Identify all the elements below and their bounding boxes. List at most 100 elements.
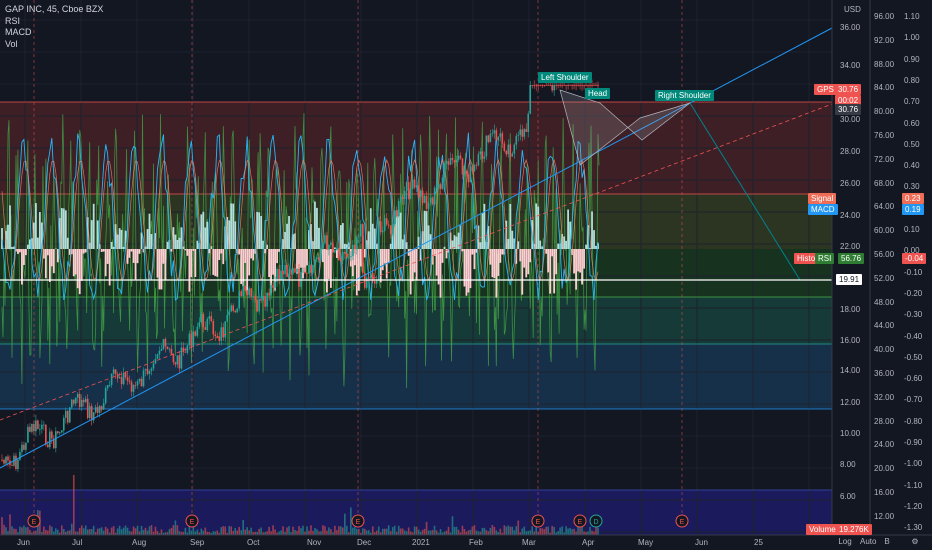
price-tick-secondary: 64.00 — [874, 202, 895, 212]
event-marker-label: E — [680, 519, 685, 526]
event-marker-label: E — [578, 519, 583, 526]
price-tick: 34.00 — [840, 61, 861, 70]
time-tick: Apr — [582, 538, 595, 547]
price-tick-secondary: 16.00 — [874, 488, 895, 497]
macd-tick: -0.70 — [904, 395, 923, 405]
macd-tick: 0.70 — [904, 97, 920, 107]
price-tick-secondary: 36.00 — [874, 369, 895, 378]
price-tick: 30.00 — [840, 115, 861, 124]
time-tick: Jul — [72, 538, 83, 547]
macd-tick: 0.50 — [904, 139, 920, 149]
price-tick-secondary: 92.00 — [874, 35, 895, 45]
price-tick-secondary: 80.00 — [874, 107, 895, 117]
macd-tick: -0.30 — [904, 310, 923, 320]
signal-label-tag: Signal — [808, 193, 837, 204]
macd-tick: -0.90 — [904, 438, 923, 447]
price-tick: 26.00 — [840, 179, 861, 188]
price-tick-secondary: 56.00 — [874, 250, 895, 259]
price-tick-secondary: 48.00 — [874, 297, 895, 307]
price-tick-secondary: 20.00 — [874, 464, 895, 474]
time-tick: Jun — [695, 538, 708, 547]
price-tick-secondary: 44.00 — [874, 321, 895, 331]
macd-tick: 0.10 — [904, 225, 920, 234]
rsi-label-tag: RSI — [815, 253, 835, 264]
time-tick: Mar — [522, 538, 536, 547]
volume-value-tag: 19.276K — [836, 524, 872, 535]
macd-tick: -1.10 — [904, 480, 923, 490]
log-scale-button[interactable]: Log — [838, 536, 852, 548]
event-marker-label: E — [356, 519, 361, 526]
price-tick: 24.00 — [840, 211, 861, 220]
rsi-value-tag: 56.76 — [838, 253, 865, 264]
volume-label-tag: Volume — [806, 524, 839, 535]
price-tick-secondary: 96.00 — [874, 12, 895, 21]
macd-tick: 0.30 — [904, 182, 920, 192]
settings-icon[interactable]: ⚙ — [908, 536, 922, 548]
time-tick: Feb — [469, 538, 483, 547]
price-tick-secondary: 68.00 — [874, 178, 895, 188]
macd-tick: -0.10 — [904, 267, 923, 277]
left-shoulder-label[interactable]: Left Shoulder — [538, 72, 592, 83]
legend-rsi: RSI — [5, 15, 21, 26]
right-shoulder-label[interactable]: Right Shoulder — [655, 90, 714, 101]
auto-scale-button[interactable]: Auto — [860, 536, 876, 548]
macd-tick: -0.50 — [904, 352, 923, 362]
head-label[interactable]: Head — [585, 88, 611, 99]
price-tick-secondary: 12.00 — [874, 511, 895, 521]
legend-macd: MACD — [5, 27, 32, 37]
macd-tick: -1.30 — [904, 523, 923, 533]
price-tick: 22.00 — [840, 242, 861, 251]
price-tick: 8.00 — [840, 460, 856, 469]
price-tick: 36.00 — [840, 23, 861, 32]
event-marker-label: E — [190, 519, 195, 526]
macd-tick: -0.20 — [904, 288, 923, 298]
gps-price-tag-2: 30.76 — [835, 104, 862, 115]
price-tick: 10.00 — [840, 429, 861, 438]
price-tick-secondary: 72.00 — [874, 154, 895, 164]
price-tick-secondary: 28.00 — [874, 416, 895, 426]
macd-tick: 0.40 — [904, 161, 920, 171]
macd-value-tag: 0.19 — [902, 204, 924, 215]
macd-tick: 0.80 — [904, 75, 920, 85]
macd-tick: -0.80 — [904, 416, 923, 426]
price-tick: 16.00 — [840, 336, 861, 345]
level-price-tag: 19.91 — [836, 274, 863, 285]
macd-tick: -1.20 — [904, 501, 923, 511]
time-tick: Sep — [190, 538, 205, 547]
event-marker-label: E — [32, 519, 37, 526]
time-tick: Nov — [307, 538, 322, 547]
macd-tick: 0.60 — [904, 118, 920, 128]
time-tick: Oct — [247, 538, 260, 547]
price-tick: 6.00 — [840, 492, 856, 501]
gps-symbol-tag: GPS — [814, 84, 837, 95]
price-tick-secondary: 32.00 — [874, 392, 895, 402]
macd-tick: 0.90 — [904, 54, 920, 64]
macd-tick: -0.60 — [904, 374, 923, 384]
macd-tick: 1.00 — [904, 33, 920, 43]
macd-label-tag: MACD — [808, 204, 838, 215]
price-tick-secondary: 76.00 — [874, 131, 895, 140]
macd-tick: -1.00 — [904, 459, 923, 469]
time-tick: Dec — [357, 538, 372, 547]
signal-value-tag: 0.23 — [902, 193, 924, 204]
macd-tick: 1.10 — [904, 12, 920, 21]
price-tick-secondary: 60.00 — [874, 226, 895, 236]
time-tick: Jun — [17, 538, 30, 547]
price-tick: 12.00 — [840, 398, 861, 407]
b-scale-button[interactable]: B — [880, 536, 894, 548]
chart-stage[interactable]: E E E E E D E GAP INC, 45, Cboe BZX RSI MACD V… — [0, 0, 932, 550]
price-tick-secondary: 24.00 — [874, 440, 895, 450]
macd-tick: -0.40 — [904, 331, 923, 341]
chart-canvas[interactable]: EEEEEDE — [0, 0, 932, 550]
chart-legend: GAP INC, 45, Cboe BZX RSI MACD Vol — [5, 4, 103, 50]
time-tick: May — [638, 538, 654, 547]
price-tick: 18.00 — [840, 305, 861, 314]
legend-title: GAP INC, 45, Cboe BZX — [5, 4, 104, 14]
time-tick: 2021 — [412, 538, 430, 547]
gps-price-tag: 30.76 — [835, 84, 862, 95]
time-tick: Aug — [132, 538, 147, 547]
price-tick-secondary: 84.00 — [874, 83, 895, 93]
price-tick: 14.00 — [840, 366, 861, 375]
legend-vol: Vol — [5, 38, 18, 49]
event-marker-label: E — [536, 519, 541, 526]
